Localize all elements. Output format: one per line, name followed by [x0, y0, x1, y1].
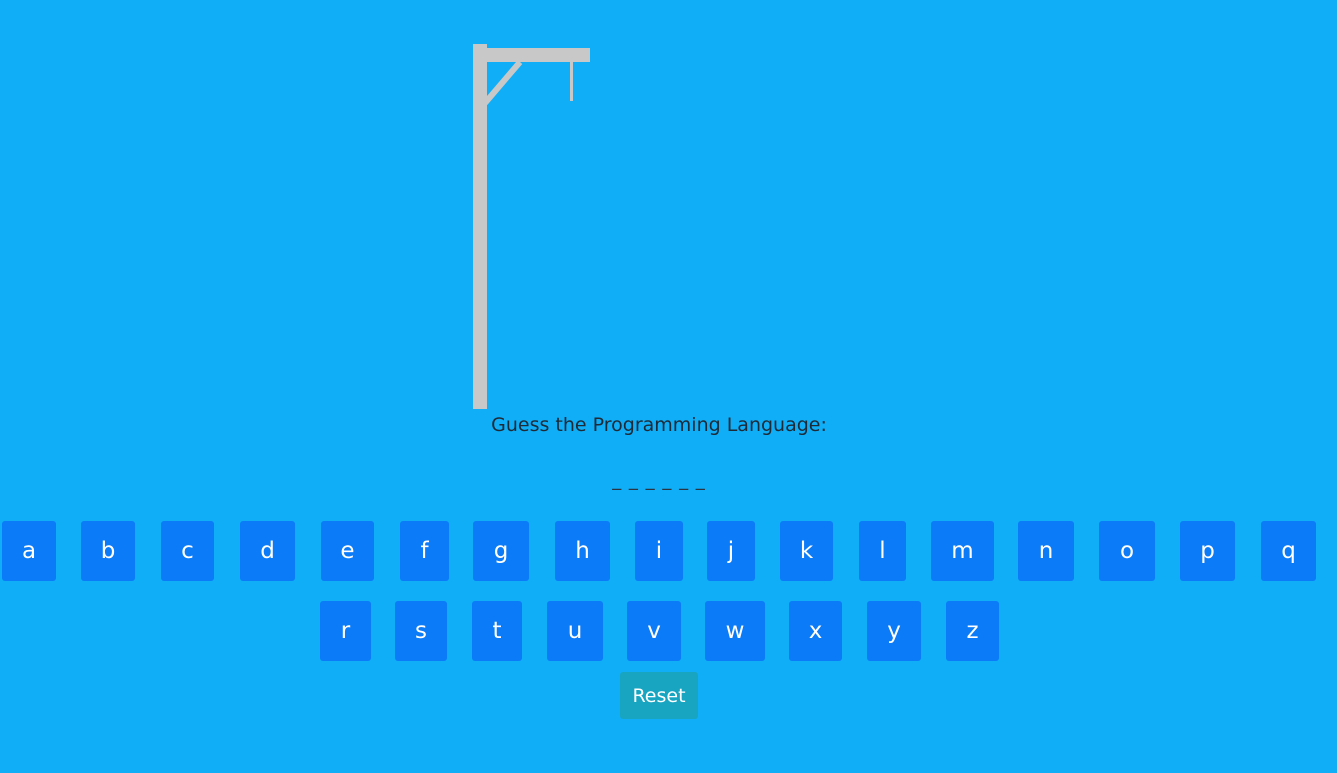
gallows-drawing: [473, 44, 590, 409]
letter-button-j[interactable]: j: [707, 521, 755, 581]
letter-button-g[interactable]: g: [473, 521, 529, 581]
gallows-beam: [473, 48, 590, 62]
letter-button-y[interactable]: y: [867, 601, 921, 661]
letter-button-u[interactable]: u: [547, 601, 603, 661]
letter-button-z[interactable]: z: [946, 601, 999, 661]
letter-button-e[interactable]: e: [321, 521, 374, 581]
letter-button-h[interactable]: h: [555, 521, 610, 581]
letter-button-b[interactable]: b: [81, 521, 135, 581]
game-prompt: Guess the Programming Language:: [491, 414, 827, 436]
letter-button-k[interactable]: k: [780, 521, 833, 581]
gallows-rope: [570, 60, 573, 101]
letter-button-n[interactable]: n: [1018, 521, 1074, 581]
letter-button-s[interactable]: s: [395, 601, 447, 661]
letter-button-o[interactable]: o: [1099, 521, 1155, 581]
letter-button-r[interactable]: r: [320, 601, 371, 661]
letter-button-v[interactable]: v: [627, 601, 681, 661]
reset-button[interactable]: Reset: [620, 672, 698, 719]
letter-button-t[interactable]: t: [472, 601, 522, 661]
hangman-game: Guess the Programming Language: _ _ _ _ …: [0, 0, 1337, 773]
letter-button-w[interactable]: w: [705, 601, 765, 661]
letter-button-i[interactable]: i: [635, 521, 683, 581]
letter-button-a[interactable]: a: [2, 521, 56, 581]
letter-button-m[interactable]: m: [931, 521, 994, 581]
letter-button-q[interactable]: q: [1261, 521, 1316, 581]
letter-button-f[interactable]: f: [400, 521, 449, 581]
gallows-brace: [482, 60, 523, 105]
letter-button-c[interactable]: c: [161, 521, 214, 581]
letter-button-p[interactable]: p: [1180, 521, 1235, 581]
letter-button-d[interactable]: d: [240, 521, 295, 581]
letter-button-l[interactable]: l: [859, 521, 906, 581]
letter-button-x[interactable]: x: [789, 601, 842, 661]
masked-word: _ _ _ _ _ _: [612, 470, 706, 491]
